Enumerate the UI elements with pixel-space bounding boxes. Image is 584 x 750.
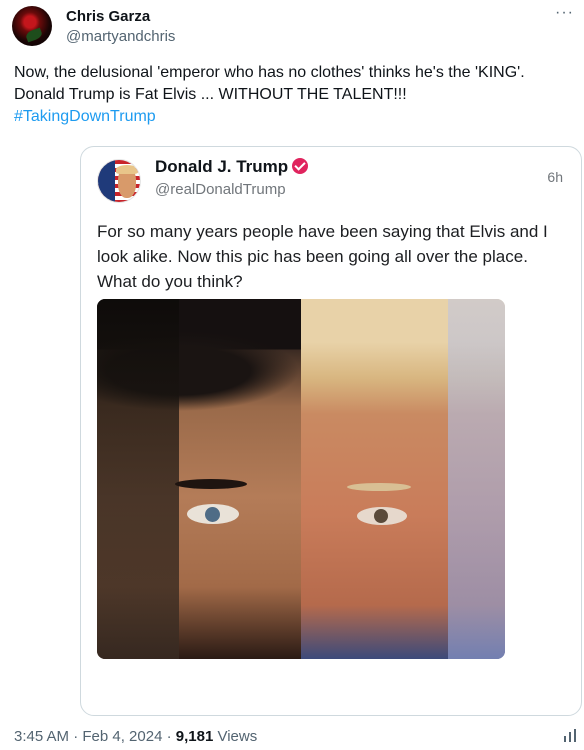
- left-eye: [187, 504, 239, 524]
- elvis-trump-photo: [97, 299, 505, 659]
- author-handle[interactable]: @martyandchris: [66, 28, 175, 45]
- views-label: Views: [213, 728, 258, 745]
- quoted-post-text: For so many years people have been sayin…: [97, 222, 548, 291]
- photo-shadow-left: [97, 299, 179, 659]
- avatar-hair: [116, 165, 138, 174]
- post-timestamp[interactable]: 3:45 AM · Feb 4, 2024 ·: [14, 728, 176, 745]
- quoted-post-image[interactable]: Donald J. Trump @realDonaldTrump 6h For …: [80, 146, 582, 716]
- hashtag-link[interactable]: #TakingDownTrump: [14, 106, 574, 128]
- tweet-text: Now, the delusional 'emperor who has no …: [14, 62, 574, 128]
- rose-leaf: [24, 27, 44, 43]
- stats-icon-svg: [564, 729, 576, 742]
- right-brow: [347, 483, 411, 491]
- author-name[interactable]: Chris Garza: [66, 8, 150, 25]
- post-metadata: 3:45 AM · Feb 4, 2024 · 9,181 Views: [14, 728, 257, 745]
- views-count: 9,181: [175, 728, 214, 745]
- quoted-author-avatar: [97, 159, 141, 203]
- left-brow: [175, 479, 247, 489]
- tweet-text-line-2: Donald Trump is Fat Elvis ... WITHOUT TH…: [14, 86, 407, 103]
- author-avatar[interactable]: [12, 6, 52, 46]
- verified-badge-icon: [292, 158, 309, 174]
- photo-shadow-right: [447, 299, 505, 659]
- tweet-text-line-1: Now, the delusional 'emperor who has no …: [14, 64, 525, 81]
- stats-icon[interactable]: [562, 728, 578, 748]
- quoted-author-name: Donald J. Trump: [155, 157, 309, 177]
- quoted-author-name-text: Donald J. Trump: [155, 157, 289, 176]
- quoted-timestamp: 6h: [547, 169, 563, 185]
- more-options-icon[interactable]: ···: [555, 4, 574, 22]
- right-eye: [357, 507, 407, 525]
- quoted-author-handle: @realDonaldTrump: [155, 181, 286, 198]
